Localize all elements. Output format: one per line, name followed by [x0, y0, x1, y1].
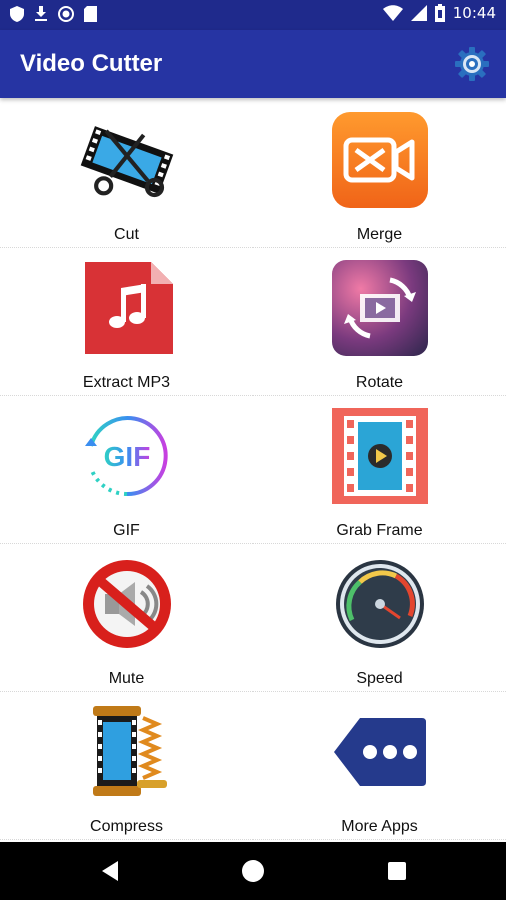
- tool-more-apps[interactable]: More Apps: [253, 692, 506, 840]
- shield-icon: [10, 6, 24, 22]
- recents-button[interactable]: [385, 859, 409, 883]
- tools-grid: Cut Merge Extract MP3 Rotate GIF GIF Gra…: [0, 100, 506, 841]
- app-title: Video Cutter: [20, 50, 163, 77]
- more-apps-icon: [330, 702, 430, 802]
- sd-card-icon: [84, 6, 97, 22]
- app-bar: Video Cutter: [0, 30, 506, 98]
- settings-button[interactable]: [452, 44, 492, 84]
- download-icon: [35, 6, 47, 21]
- tool-label: Cut: [114, 226, 139, 243]
- home-button[interactable]: [241, 859, 265, 883]
- wifi-icon: [382, 5, 403, 21]
- status-bar: 10:44: [0, 0, 506, 30]
- back-triangle-icon: [102, 861, 118, 881]
- tool-extract-mp3[interactable]: Extract MP3: [0, 248, 253, 396]
- recents-square-icon: [388, 862, 406, 880]
- tool-gif[interactable]: GIF GIF: [0, 396, 253, 544]
- tool-rotate[interactable]: Rotate: [253, 248, 506, 396]
- film-frame-icon: [330, 406, 430, 506]
- compress-video-icon: [77, 702, 177, 802]
- tool-label: Rotate: [355, 374, 404, 391]
- tool-label: More Apps: [341, 818, 418, 835]
- tool-label: Merge: [356, 226, 403, 243]
- back-button[interactable]: [98, 859, 122, 883]
- navigation-bar: [0, 842, 506, 900]
- tool-mute[interactable]: Mute: [0, 544, 253, 692]
- gear-icon: [455, 47, 489, 81]
- gif-icon: GIF: [77, 406, 177, 506]
- status-icons-right: 10:44: [382, 4, 496, 22]
- merge-video-icon: [330, 110, 430, 210]
- tool-label: GIF: [113, 522, 140, 539]
- tool-cut[interactable]: Cut: [0, 100, 253, 248]
- battery-icon: [434, 4, 445, 22]
- record-icon: [58, 6, 74, 22]
- rotate-video-icon: [330, 258, 430, 358]
- tool-label: Grab Frame: [336, 522, 423, 539]
- tool-label: Extract MP3: [82, 374, 171, 391]
- tool-merge[interactable]: Merge: [253, 100, 506, 248]
- svg-text:GIF: GIF: [103, 441, 150, 472]
- tool-label: Compress: [90, 818, 163, 835]
- speedometer-icon: [330, 554, 430, 654]
- film-scissors-icon: [77, 110, 177, 210]
- tool-grab-frame[interactable]: Grab Frame: [253, 396, 506, 544]
- cellular-icon: [410, 5, 427, 21]
- music-file-icon: [77, 258, 177, 358]
- tool-label: Mute: [108, 670, 145, 687]
- home-circle-icon: [242, 860, 264, 882]
- tool-label: Speed: [356, 670, 403, 687]
- status-icons-left: [10, 6, 97, 22]
- tool-compress[interactable]: Compress: [0, 692, 253, 840]
- tool-speed[interactable]: Speed: [253, 544, 506, 692]
- mute-speaker-icon: [77, 554, 177, 654]
- status-time: 10:44: [452, 4, 496, 22]
